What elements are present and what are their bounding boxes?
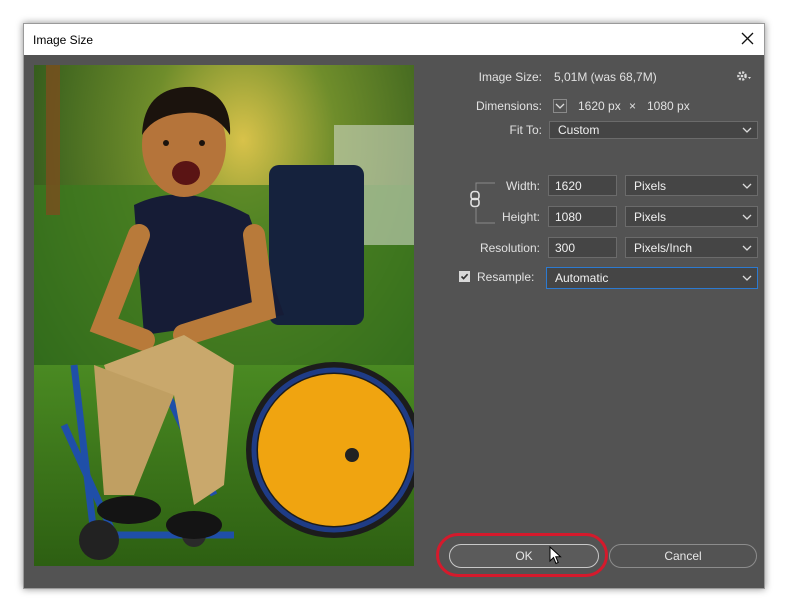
width-unit-select[interactable]: Pixels: [625, 175, 758, 196]
ok-button[interactable]: OK: [449, 544, 599, 568]
image-size-value: 5,01M (was 68,7M): [554, 70, 657, 84]
resample-value: Automatic: [555, 271, 609, 285]
width-input[interactable]: 1620: [548, 175, 617, 196]
title-bar: Image Size: [24, 24, 764, 55]
resample-select[interactable]: Automatic: [546, 267, 758, 289]
dialog-title: Image Size: [33, 33, 94, 47]
dimension-height-value: 1080 px: [647, 99, 690, 113]
close-icon: [741, 32, 753, 45]
width-unit-value: Pixels: [634, 179, 667, 193]
mouse-pointer-icon: [549, 546, 562, 565]
chevron-down-icon: [742, 214, 752, 220]
width-label: Width:: [505, 179, 540, 193]
image-preview[interactable]: [34, 65, 414, 566]
image-size-dialog: Image Size Image Size: 5,01M (was 68,7M)…: [23, 23, 765, 589]
resolution-unit-select[interactable]: Pixels/Inch: [625, 237, 758, 258]
checkmark-icon: [460, 273, 469, 280]
chevron-down-icon: [742, 245, 752, 251]
height-unit-select[interactable]: Pixels: [625, 206, 758, 227]
preview-photo: [34, 65, 414, 566]
chevron-down-icon: [742, 127, 752, 133]
height-unit-value: Pixels: [634, 210, 667, 224]
dimension-times-sign: ×: [629, 99, 637, 113]
fit-to-label: Fit To:: [509, 123, 542, 137]
cancel-button[interactable]: Cancel: [609, 544, 757, 568]
chevron-down-icon: [555, 103, 565, 109]
dimensions-label: Dimensions:: [475, 99, 542, 113]
gear-icon: [737, 71, 751, 81]
close-button[interactable]: [734, 27, 760, 51]
resolution-unit-value: Pixels/Inch: [634, 241, 693, 255]
fit-to-select[interactable]: Custom: [549, 121, 758, 139]
height-label: Height:: [501, 210, 540, 224]
settings-gear-button[interactable]: [736, 69, 756, 85]
dimension-width-value: 1620 px: [578, 99, 621, 113]
dialog-body: Image Size: 5,01M (was 68,7M) Dimensions…: [24, 55, 764, 588]
chevron-down-icon: [742, 183, 752, 189]
dimensions-dropdown[interactable]: [553, 99, 567, 113]
chevron-down-icon: [742, 275, 752, 281]
resample-checkbox[interactable]: [459, 271, 470, 282]
height-input[interactable]: 1080: [548, 206, 617, 227]
resolution-label: Resolution:: [479, 241, 540, 255]
fit-to-value: Custom: [558, 123, 600, 137]
resolution-input[interactable]: 300: [548, 237, 617, 258]
image-size-label: Image Size:: [478, 70, 542, 84]
resample-label: Resample:: [477, 270, 535, 284]
